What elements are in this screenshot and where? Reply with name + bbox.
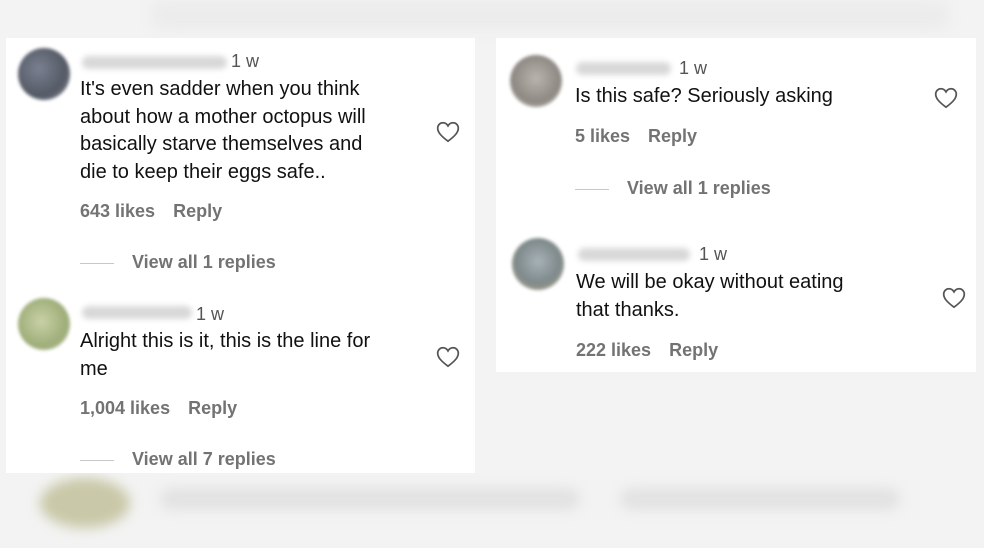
comment-text-line: that thanks.: [576, 298, 680, 321]
comment-meta: 1,004 likes Reply: [80, 398, 255, 419]
comment-text-line: Alright this is it, this is the line for: [80, 330, 371, 352]
comment-text-line: about how a mother octopus will: [80, 105, 366, 128]
view-replies-label: View all 7 replies: [132, 449, 276, 469]
heart-outline-icon[interactable]: [435, 344, 461, 370]
comment-time: 1 w: [679, 58, 708, 78]
comment-time: 1 w: [231, 51, 260, 71]
heart-outline-icon[interactable]: [435, 119, 461, 145]
heart-outline-icon[interactable]: [933, 85, 959, 111]
comment-text-line: We will be okay without eating: [576, 271, 844, 293]
background-blur: [160, 488, 580, 510]
replies-divider-line: [80, 459, 114, 461]
comment-text-line: die to keep their eggs safe..: [80, 160, 326, 183]
comment-text-line: It's even sadder when you think: [80, 78, 360, 100]
comment-text-line: Is this safe? Seriously asking: [575, 85, 833, 107]
comment: 1 w We will be okay without eating that …: [496, 228, 976, 372]
reply-button[interactable]: Reply: [188, 398, 237, 418]
comments-panel-right: 1 w Is this safe? Seriously asking 5 lik…: [496, 38, 976, 372]
reply-button[interactable]: Reply: [669, 340, 718, 360]
comment-time: 1 w: [196, 304, 225, 324]
view-replies-link[interactable]: View all 1 replies: [575, 178, 771, 199]
replies-divider-line: [80, 262, 114, 264]
likes-count[interactable]: 1,004 likes: [80, 398, 170, 418]
view-replies-label: View all 1 replies: [132, 252, 276, 272]
view-replies-link[interactable]: View all 1 replies: [80, 252, 276, 273]
likes-count[interactable]: 222 likes: [576, 340, 651, 360]
username-blurred[interactable]: [82, 306, 192, 319]
background-blur: [40, 478, 130, 528]
comment-meta: 222 likes Reply: [576, 340, 736, 361]
avatar[interactable]: [510, 55, 562, 107]
avatar[interactable]: [18, 48, 70, 100]
comment-text: It's even sadder when you think about ho…: [80, 76, 420, 186]
comment-meta: 643 likes Reply: [80, 201, 240, 222]
view-replies-label: View all 1 replies: [627, 178, 771, 198]
comments-panel-left: 1 w It's even sadder when you think abou…: [6, 38, 475, 473]
comment: 1 w Is this safe? Seriously asking 5 lik…: [496, 38, 976, 218]
reply-button[interactable]: Reply: [173, 201, 222, 221]
replies-divider-line: [575, 188, 609, 190]
comment-text-line: me: [80, 357, 108, 380]
background-blur: [150, 0, 950, 30]
comment-time: 1 w: [699, 244, 728, 264]
background-blur: [620, 488, 900, 510]
comment-text-line: basically starve themselves and: [80, 133, 363, 155]
comment-text: We will be okay without eating that than…: [576, 269, 916, 324]
username-blurred[interactable]: [576, 62, 671, 75]
view-replies-link[interactable]: View all 7 replies: [80, 449, 276, 470]
username-blurred[interactable]: [578, 248, 690, 261]
likes-count[interactable]: 5 likes: [575, 126, 630, 146]
avatar[interactable]: [512, 238, 564, 290]
heart-outline-icon[interactable]: [941, 285, 967, 311]
avatar[interactable]: [18, 298, 70, 350]
comment-text: Is this safe? Seriously asking: [575, 83, 915, 111]
likes-count[interactable]: 643 likes: [80, 201, 155, 221]
comment: 1 w Alright this is it, this is the line…: [6, 290, 475, 473]
username-blurred[interactable]: [82, 56, 227, 69]
reply-button[interactable]: Reply: [648, 126, 697, 146]
comment-text: Alright this is it, this is the line for…: [80, 328, 430, 383]
comment: 1 w It's even sadder when you think abou…: [6, 38, 475, 288]
comment-meta: 5 likes Reply: [575, 126, 715, 147]
